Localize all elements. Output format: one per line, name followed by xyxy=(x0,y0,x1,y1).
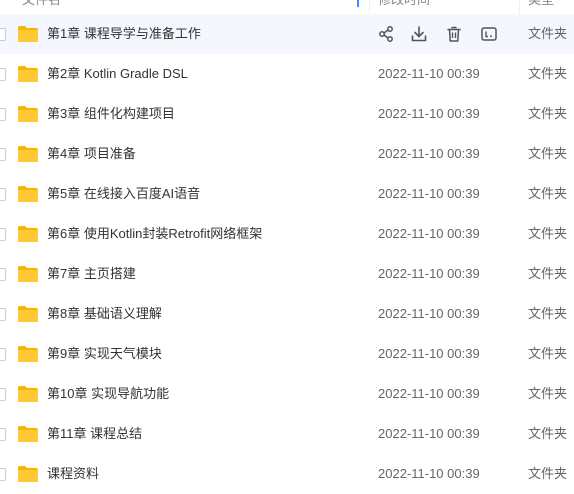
file-type: 文件夹 xyxy=(528,346,568,361)
row-checkbox[interactable] xyxy=(0,268,6,281)
file-row[interactable]: 第4章 项目准备 2022-11-10 00:39 文件夹 xyxy=(0,134,574,174)
file-row[interactable]: 第3章 组件化构建项目 2022-11-10 00:39 文件夹 xyxy=(0,94,574,134)
file-name[interactable]: 第1章 课程导学与准备工作 xyxy=(47,26,201,42)
row-checkbox[interactable] xyxy=(0,308,6,321)
file-row[interactable]: 第11章 课程总结 2022-11-10 00:39 文件夹 xyxy=(0,414,574,454)
file-type: 文件夹 xyxy=(528,186,568,201)
modified-time: 2022-11-10 00:39 xyxy=(378,66,480,81)
download-icon[interactable] xyxy=(410,25,428,43)
modified-time: 2022-11-10 00:39 xyxy=(378,426,480,441)
folder-icon xyxy=(17,25,39,43)
delete-icon[interactable] xyxy=(445,25,463,43)
row-checkbox[interactable] xyxy=(0,228,6,241)
folder-icon xyxy=(17,105,39,123)
folder-icon xyxy=(17,305,39,323)
file-list: 第1章 课程导学与准备工作 文件夹 第2章 Kotlin Gradle DSL … xyxy=(0,14,574,494)
file-type: 文件夹 xyxy=(528,26,568,41)
sort-indicator xyxy=(357,0,359,7)
row-checkbox[interactable] xyxy=(0,428,6,441)
folder-icon xyxy=(17,225,39,243)
modified-time: 2022-11-10 00:39 xyxy=(378,106,480,121)
row-checkbox[interactable] xyxy=(0,188,6,201)
folder-icon xyxy=(17,185,39,203)
folder-icon xyxy=(17,385,39,403)
folder-icon xyxy=(17,265,39,283)
file-row[interactable]: 第10章 实现导航功能 2022-11-10 00:39 文件夹 xyxy=(0,374,574,414)
folder-icon xyxy=(17,425,39,443)
modified-time: 2022-11-10 00:39 xyxy=(378,266,480,281)
row-checkbox[interactable] xyxy=(0,348,6,361)
file-name[interactable]: 课程资料 xyxy=(47,466,99,482)
file-type: 文件夹 xyxy=(528,226,568,241)
file-name[interactable]: 第7章 主页搭建 xyxy=(47,266,136,282)
file-row[interactable]: 第9章 实现天气模块 2022-11-10 00:39 文件夹 xyxy=(0,334,574,374)
column-header-type[interactable]: 类型 xyxy=(528,0,554,8)
file-name[interactable]: 第10章 实现导航功能 xyxy=(47,386,169,402)
file-name[interactable]: 第6章 使用Kotlin封装Retrofit网络框架 xyxy=(47,226,262,242)
file-type: 文件夹 xyxy=(528,266,568,281)
share-icon[interactable] xyxy=(377,25,395,43)
file-name[interactable]: 第4章 项目准备 xyxy=(47,146,136,162)
modified-time: 2022-11-10 00:39 xyxy=(378,306,480,321)
modified-time: 2022-11-10 00:39 xyxy=(378,466,480,481)
row-checkbox[interactable] xyxy=(0,108,6,121)
file-row[interactable]: 第6章 使用Kotlin封装Retrofit网络框架 2022-11-10 00… xyxy=(0,214,574,254)
modified-time: 2022-11-10 00:39 xyxy=(378,386,480,401)
file-name[interactable]: 第11章 课程总结 xyxy=(47,426,142,442)
row-checkbox[interactable] xyxy=(0,68,6,81)
row-checkbox[interactable] xyxy=(0,388,6,401)
file-row[interactable]: 课程资料 2022-11-10 00:39 文件夹 xyxy=(0,454,574,494)
file-type: 文件夹 xyxy=(528,386,568,401)
row-checkbox[interactable] xyxy=(0,28,6,41)
file-type: 文件夹 xyxy=(528,66,568,81)
file-name[interactable]: 第3章 组件化构建项目 xyxy=(47,106,175,122)
folder-icon xyxy=(17,65,39,83)
file-row[interactable]: 第1章 课程导学与准备工作 文件夹 xyxy=(0,14,574,54)
folder-icon xyxy=(17,345,39,363)
file-name[interactable]: 第8章 基础语义理解 xyxy=(47,306,162,322)
column-header-modified-time[interactable]: 修改时间 xyxy=(378,0,430,8)
file-type: 文件夹 xyxy=(528,106,568,121)
file-type: 文件夹 xyxy=(528,466,568,481)
row-checkbox[interactable] xyxy=(0,468,6,481)
file-name[interactable]: 第5章 在线接入百度AI语音 xyxy=(47,186,200,202)
column-header-name[interactable]: 文件名 xyxy=(22,0,61,8)
folder-icon xyxy=(17,465,39,483)
file-name[interactable]: 第2章 Kotlin Gradle DSL xyxy=(47,66,188,82)
modified-time: 2022-11-10 00:39 xyxy=(378,226,480,241)
modified-time: 2022-11-10 00:39 xyxy=(378,146,480,161)
column-divider[interactable] xyxy=(519,0,520,14)
row-checkbox[interactable] xyxy=(0,148,6,161)
more-icon[interactable] xyxy=(480,25,498,43)
modified-time: 2022-11-10 00:39 xyxy=(378,346,480,361)
file-row[interactable]: 第7章 主页搭建 2022-11-10 00:39 文件夹 xyxy=(0,254,574,294)
folder-icon xyxy=(17,145,39,163)
file-name[interactable]: 第9章 实现天气模块 xyxy=(47,346,162,362)
file-type: 文件夹 xyxy=(528,146,568,161)
file-row[interactable]: 第5章 在线接入百度AI语音 2022-11-10 00:39 文件夹 xyxy=(0,174,574,214)
modified-time: 2022-11-10 00:39 xyxy=(378,186,480,201)
file-row[interactable]: 第8章 基础语义理解 2022-11-10 00:39 文件夹 xyxy=(0,294,574,334)
column-divider[interactable] xyxy=(369,0,370,14)
file-list-header: 文件名 修改时间 类型 xyxy=(0,0,574,15)
file-row[interactable]: 第2章 Kotlin Gradle DSL 2022-11-10 00:39 文… xyxy=(0,54,574,94)
file-type: 文件夹 xyxy=(528,306,568,321)
file-type: 文件夹 xyxy=(528,426,568,441)
